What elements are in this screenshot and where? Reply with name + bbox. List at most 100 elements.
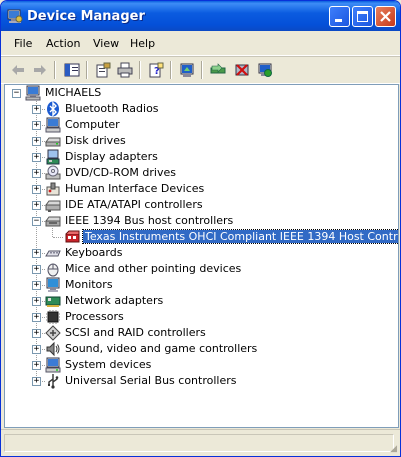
tree-item-sound-video-game-controllers[interactable]: + Sound, video and game controllers bbox=[5, 341, 395, 357]
tree-item-disk-drives[interactable]: + Disk drives bbox=[5, 133, 395, 149]
menu-action[interactable]: Action bbox=[46, 37, 80, 50]
tree-item-label: Human Interface Devices bbox=[65, 182, 205, 195]
menu-file[interactable]: File bbox=[14, 37, 32, 50]
toolbar-separator bbox=[170, 61, 172, 79]
menu-help[interactable]: Help bbox=[130, 37, 155, 50]
tree-item-label: SCSI and RAID controllers bbox=[65, 326, 206, 339]
properties-icon[interactable] bbox=[95, 62, 111, 78]
close-icon bbox=[380, 11, 391, 22]
tree-item-label: IEEE 1394 Bus host controllers bbox=[65, 214, 234, 227]
close-button[interactable] bbox=[375, 6, 396, 27]
device-tree[interactable]: − MICHAELS + Bluetooth Radios + Computer… bbox=[4, 84, 399, 428]
expand-icon[interactable]: + bbox=[32, 249, 41, 258]
usb-icon bbox=[48, 374, 59, 389]
tree-item-network-adapters[interactable]: + Network adapters bbox=[5, 293, 395, 309]
tree-item-label: Processors bbox=[65, 310, 124, 323]
help-icon[interactable]: ? bbox=[148, 62, 164, 78]
tree-item-label: Monitors bbox=[65, 278, 113, 291]
tree-item-label: Universal Serial Bus controllers bbox=[65, 374, 237, 387]
toolbar-separator bbox=[54, 61, 56, 79]
tree-item-scsi-raid-controllers[interactable]: + SCSI and RAID controllers bbox=[5, 325, 395, 341]
show-hide-console-tree-icon[interactable] bbox=[64, 62, 80, 78]
expand-icon[interactable]: + bbox=[32, 169, 41, 178]
disable-icon[interactable] bbox=[257, 62, 273, 78]
keyboard-icon bbox=[45, 250, 61, 257]
system-devices-icon bbox=[45, 357, 61, 373]
tree-item-label: Network adapters bbox=[65, 294, 164, 307]
tree-item-monitors[interactable]: + Monitors bbox=[5, 277, 395, 293]
ide-controller-icon bbox=[45, 200, 61, 212]
tree-item-label: Disk drives bbox=[65, 134, 126, 147]
monitor-icon bbox=[46, 277, 60, 292]
tree-item-keyboards[interactable]: + Keyboards bbox=[5, 245, 395, 261]
minimize-button[interactable] bbox=[329, 6, 350, 27]
print-icon[interactable] bbox=[117, 62, 133, 78]
scan-hardware-icon[interactable] bbox=[179, 62, 195, 78]
network-adapter-icon bbox=[45, 296, 61, 307]
computer-icon bbox=[25, 85, 41, 101]
expand-icon[interactable]: + bbox=[32, 297, 41, 306]
device-manager-window: Device Manager File Action View Help ? −… bbox=[0, 0, 401, 457]
tree-item-label: Computer bbox=[65, 118, 120, 131]
maximize-icon bbox=[357, 11, 368, 22]
collapse-icon[interactable]: − bbox=[32, 217, 41, 226]
tree-item-label-selected: Texas Instruments OHCI Compliant IEEE 13… bbox=[81, 229, 398, 244]
expand-icon[interactable]: + bbox=[32, 105, 41, 114]
forward-icon[interactable] bbox=[32, 62, 48, 78]
tree-item-ide-controllers[interactable]: + IDE ATA/ATAPI controllers bbox=[5, 197, 395, 213]
expand-icon[interactable]: + bbox=[32, 153, 41, 162]
minimize-icon bbox=[335, 19, 342, 22]
status-pane bbox=[4, 434, 394, 452]
ieee1394-icon bbox=[45, 216, 61, 227]
tree-item-human-interface-devices[interactable]: + Human Interface Devices bbox=[5, 181, 395, 197]
toolbar-separator bbox=[139, 61, 141, 79]
expand-icon[interactable]: + bbox=[32, 201, 41, 210]
resize-grip-icon[interactable]: ◢ bbox=[390, 444, 397, 454]
tree-item-label: System devices bbox=[65, 358, 152, 371]
expand-icon[interactable]: + bbox=[32, 121, 41, 130]
expand-icon[interactable]: + bbox=[32, 313, 41, 322]
expand-icon[interactable]: + bbox=[32, 137, 41, 146]
menu-view[interactable]: View bbox=[93, 37, 119, 50]
toolbar-separator bbox=[201, 61, 203, 79]
mouse-icon bbox=[47, 263, 59, 277]
hid-icon bbox=[46, 182, 60, 196]
tree-item-label: IDE ATA/ATAPI controllers bbox=[65, 198, 203, 211]
tree-item-label: Keyboards bbox=[65, 246, 123, 259]
expand-icon[interactable]: + bbox=[32, 265, 41, 274]
tree-item-mice[interactable]: + Mice and other pointing devices bbox=[5, 261, 395, 277]
window-title: Device Manager bbox=[27, 9, 145, 24]
tree-connector bbox=[53, 237, 63, 238]
expand-icon[interactable]: + bbox=[32, 345, 41, 354]
device-manager-icon bbox=[7, 9, 23, 23]
expand-icon[interactable]: + bbox=[32, 377, 41, 386]
toolbar-separator bbox=[86, 61, 88, 79]
expand-icon[interactable]: + bbox=[32, 361, 41, 370]
expand-icon[interactable]: + bbox=[32, 281, 41, 290]
tree-item-processors[interactable]: + Processors bbox=[5, 309, 395, 325]
tree-item-system-devices[interactable]: + System devices bbox=[5, 357, 395, 373]
tree-root[interactable]: − MICHAELS bbox=[5, 85, 395, 101]
tree-root-label: MICHAELS bbox=[45, 86, 102, 99]
menu-bar: File Action View Help bbox=[1, 31, 400, 56]
tree-item-computer[interactable]: + Computer bbox=[5, 117, 395, 133]
bluetooth-icon bbox=[47, 101, 59, 117]
maximize-button[interactable] bbox=[352, 6, 373, 27]
tree-item-label: Bluetooth Radios bbox=[65, 102, 159, 115]
tree-item-ti-ohci-1394-host-controller[interactable]: Texas Instruments OHCI Compliant IEEE 13… bbox=[5, 229, 398, 245]
processor-icon bbox=[46, 310, 60, 324]
tree-item-ieee1394-controllers[interactable]: − IEEE 1394 Bus host controllers bbox=[5, 213, 395, 229]
status-bar: ◢ bbox=[1, 429, 400, 456]
collapse-icon[interactable]: − bbox=[12, 89, 21, 98]
update-driver-icon[interactable] bbox=[210, 62, 226, 78]
uninstall-icon[interactable] bbox=[234, 62, 250, 78]
tree-item-dvd-cdrom-drives[interactable]: + DVD/CD-ROM drives bbox=[5, 165, 395, 181]
ieee1394-device-icon bbox=[65, 230, 80, 243]
title-bar[interactable]: Device Manager bbox=[1, 1, 400, 31]
expand-icon[interactable]: + bbox=[32, 185, 41, 194]
tree-item-display-adapters[interactable]: + Display adapters bbox=[5, 149, 395, 165]
back-icon[interactable] bbox=[10, 62, 26, 78]
tree-item-bluetooth-radios[interactable]: + Bluetooth Radios bbox=[5, 101, 395, 117]
tree-item-usb-controllers[interactable]: + Universal Serial Bus controllers bbox=[5, 373, 395, 389]
expand-icon[interactable]: + bbox=[32, 329, 41, 338]
